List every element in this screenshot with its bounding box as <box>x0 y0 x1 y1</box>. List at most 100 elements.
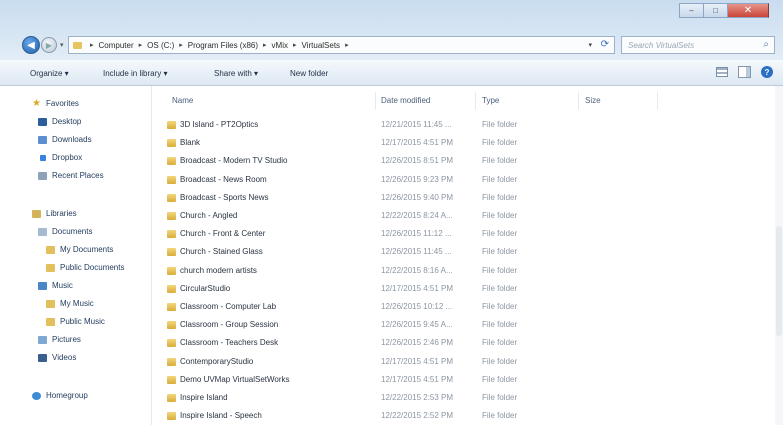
column-divider[interactable] <box>578 92 579 110</box>
organize-button[interactable]: Organize ▾ <box>30 69 69 78</box>
table-row[interactable]: 3D Island - PT2Optics 12/21/2015 11:45 ..… <box>152 117 783 135</box>
table-row[interactable]: Broadcast - News Room 12/26/2015 9:23 PM F… <box>152 172 783 190</box>
table-row[interactable]: ContemporaryStudio 12/17/2015 4:51 PM File… <box>152 354 783 372</box>
crumb-computer[interactable]: Computer <box>99 41 134 50</box>
videos-icon <box>38 353 47 362</box>
include-in-library-button[interactable]: Include in library ▾ <box>103 69 168 78</box>
address-dropdown-icon[interactable]: ▾ <box>588 41 592 49</box>
column-header-date-modified[interactable]: Date modified <box>381 96 430 105</box>
column-divider[interactable] <box>657 92 658 110</box>
table-row[interactable]: Demo UVMap VirtualSetWorks 12/17/2015 4:5… <box>152 372 783 390</box>
nav-downloads[interactable]: Downloads <box>38 135 92 144</box>
nav-my-music[interactable]: My Music <box>46 299 94 308</box>
crumb-vmix[interactable]: vMix <box>272 41 288 50</box>
nav-pictures[interactable]: Pictures <box>38 335 81 344</box>
chevron-right-icon[interactable]: ▸ <box>345 41 349 49</box>
nav-favorites[interactable]: ★ Favorites <box>32 98 79 108</box>
chevron-right-icon[interactable]: ▸ <box>263 41 267 49</box>
table-row[interactable]: Broadcast - Sports News 12/26/2015 9:40 P… <box>152 190 783 208</box>
file-type: File folder <box>482 120 518 129</box>
table-row[interactable]: Broadcast - Modern TV Studio 12/26/2015 8… <box>152 153 783 171</box>
folder-icon <box>167 303 176 311</box>
folder-icon <box>167 339 176 348</box>
minimize-button[interactable]: – <box>679 3 703 18</box>
file-date-modified: 12/22/2015 8:16 A... <box>381 265 453 275</box>
nav-public-documents[interactable]: Public Documents <box>46 263 124 272</box>
file-date-modified: 12/21/2015 11:45 ... <box>381 120 452 129</box>
file-date-modified: 12/26/2015 2:46 PM <box>381 338 454 348</box>
table-row[interactable]: Classroom - Computer Lab 12/26/2015 10:12… <box>152 299 783 317</box>
file-type: File folder <box>482 356 518 366</box>
nav-homegroup[interactable]: Homegroup <box>32 391 88 400</box>
nav-documents[interactable]: Documents <box>38 227 92 236</box>
column-header-type[interactable]: Type <box>482 96 499 105</box>
file-name: church modern artists <box>180 265 257 275</box>
crumb-virtualsets[interactable]: VirtualSets <box>302 41 341 50</box>
file-type: File folder <box>482 156 518 166</box>
file-type: File folder <box>482 138 518 148</box>
nav-dropbox[interactable]: Dropbox <box>38 153 82 162</box>
folder-icon <box>167 284 176 293</box>
navigation-bar: ◀ ▶ ▾ ▸ Computer ▸ OS (C:) ▸ Program Fil… <box>0 34 783 56</box>
folder-icon <box>167 412 176 421</box>
file-date-modified: 12/26/2015 9:40 PM <box>381 192 454 202</box>
table-row[interactable]: Church - Stained Glass 12/26/2015 11:45 .… <box>152 244 783 262</box>
column-header-size[interactable]: Size <box>585 96 601 105</box>
nav-music[interactable]: Music <box>38 281 73 290</box>
share-with-button[interactable]: Share with ▾ <box>214 69 258 78</box>
chevron-right-icon[interactable]: ▸ <box>139 41 143 49</box>
crumb-os-c[interactable]: OS (C:) <box>147 41 174 50</box>
column-divider[interactable] <box>475 92 476 110</box>
file-type: File folder <box>482 338 518 348</box>
nav-my-documents[interactable]: My Documents <box>46 245 113 254</box>
vertical-scrollbar[interactable] <box>775 86 783 425</box>
refresh-icon[interactable]: ⟳ <box>601 39 609 50</box>
breadcrumb: ▸ Computer ▸ OS (C:) ▸ Program Files (x8… <box>85 41 354 50</box>
table-row[interactable]: Classroom - Teachers Desk 12/26/2015 2:46… <box>152 335 783 353</box>
nav-recent-places[interactable]: Recent Places <box>38 171 104 180</box>
back-button[interactable]: ◀ <box>22 36 40 54</box>
file-name: Blank <box>180 138 201 148</box>
table-row[interactable]: Church - Angled 12/22/2015 8:24 A... File … <box>152 208 783 226</box>
chevron-right-icon[interactable]: ▸ <box>293 41 297 49</box>
file-name: 3D Island - PT2Optics <box>180 120 259 129</box>
file-name: ContemporaryStudio <box>180 356 254 366</box>
crumb-program-files[interactable]: Program Files (x86) <box>188 41 258 50</box>
table-row[interactable]: Church - Front & Center 12/26/2015 11:12 … <box>152 226 783 244</box>
address-bar[interactable]: ▸ Computer ▸ OS (C:) ▸ Program Files (x8… <box>68 36 615 54</box>
nav-libraries[interactable]: Libraries <box>32 209 77 218</box>
column-header-name[interactable]: Name <box>172 96 193 105</box>
file-type: File folder <box>482 302 518 311</box>
recent-pages-dropdown-icon[interactable]: ▾ <box>60 41 64 49</box>
nav-videos[interactable]: Videos <box>38 353 76 362</box>
table-row[interactable]: Inspire Island 12/22/2015 2:53 PM File fol… <box>152 390 783 408</box>
nav-pictures-label: Pictures <box>52 335 81 344</box>
table-row[interactable]: Inspire Island - Speech 12/22/2015 2:52 P… <box>152 408 783 426</box>
file-type: File folder <box>482 211 518 220</box>
nav-desktop[interactable]: Desktop <box>38 117 81 126</box>
recent-places-icon <box>38 171 47 180</box>
preview-pane-icon[interactable] <box>738 66 751 78</box>
nav-public-music[interactable]: Public Music <box>46 317 105 326</box>
table-row[interactable]: CircularStudio 12/17/2015 4:51 PM File fol… <box>152 281 783 299</box>
music-icon <box>38 281 47 290</box>
table-row[interactable]: Blank 12/17/2015 4:51 PM File folder <box>152 135 783 153</box>
nav-music-label: Music <box>52 281 73 290</box>
scrollbar-thumb[interactable] <box>776 226 782 336</box>
help-icon[interactable]: ? <box>761 66 773 78</box>
table-row[interactable]: Classroom - Group Session 12/26/2015 9:45… <box>152 317 783 335</box>
column-divider[interactable] <box>375 92 376 110</box>
close-button[interactable]: ✕ <box>727 3 769 18</box>
search-input[interactable]: Search VirtualSets ⌕ <box>621 36 775 54</box>
chevron-right-icon[interactable]: ▸ <box>179 41 183 49</box>
chevron-right-icon[interactable]: ▸ <box>90 41 94 49</box>
change-view-icon[interactable] <box>716 67 728 77</box>
table-row[interactable]: church modern artists 12/22/2015 8:16 A..… <box>152 263 783 281</box>
forward-button[interactable]: ▶ <box>41 37 57 53</box>
file-type: File folder <box>482 192 518 202</box>
maximize-button[interactable]: □ <box>703 3 727 18</box>
pictures-icon <box>38 335 47 344</box>
file-date-modified: 12/17/2015 4:51 PM <box>381 374 454 384</box>
search-icon[interactable]: ⌕ <box>763 39 769 50</box>
new-folder-button[interactable]: New folder <box>290 69 328 78</box>
